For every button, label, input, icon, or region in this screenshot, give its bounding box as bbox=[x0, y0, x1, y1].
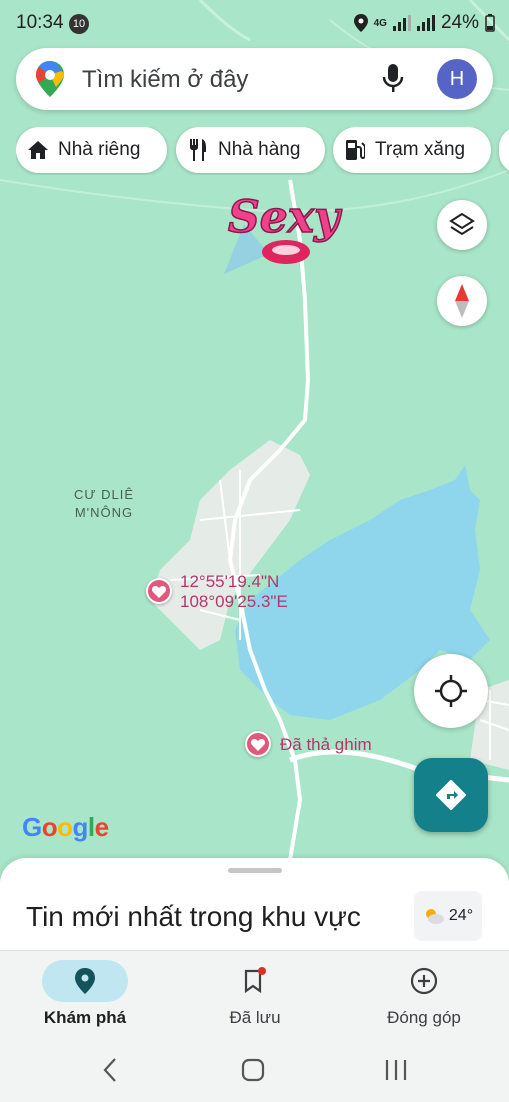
place-label-line-1: CƯ DLIÊ bbox=[74, 487, 135, 502]
longitude-text: 108°09'25.3"E bbox=[180, 592, 288, 611]
dropped-pin-label[interactable]: Đã thả ghim bbox=[280, 735, 372, 755]
chip-home-label: Nhà riêng bbox=[58, 139, 141, 160]
google-maps-logo-icon bbox=[36, 61, 64, 97]
bottom-navigation: Khám phá Đã lưu Đóng góp bbox=[0, 950, 509, 1039]
coordinates-pin[interactable] bbox=[146, 578, 172, 604]
place-label-line-2: M'NÔNG bbox=[74, 505, 134, 520]
sticker-text: Sexy bbox=[228, 192, 343, 243]
bottom-sheet[interactable]: Tin mới nhất trong khu vực 24° bbox=[0, 858, 509, 950]
directions-button[interactable] bbox=[414, 758, 488, 832]
network-type: 4G bbox=[373, 17, 387, 29]
chip-home[interactable]: Nhà riêng bbox=[16, 127, 167, 173]
nav-saved-indicator bbox=[212, 960, 298, 1002]
layers-icon bbox=[449, 212, 475, 236]
nav-saved-label: Đã lưu bbox=[229, 1008, 281, 1027]
compass-icon bbox=[455, 284, 469, 318]
back-icon[interactable] bbox=[102, 1057, 118, 1083]
layers-button[interactable] bbox=[437, 200, 487, 250]
coordinates-pin-label[interactable]: 12°55'19.4"N 108°09'25.3"E bbox=[180, 572, 288, 612]
home-nav-icon[interactable] bbox=[241, 1058, 265, 1082]
heart-icon bbox=[152, 585, 166, 598]
heart-icon bbox=[251, 738, 265, 751]
nav-explore[interactable]: Khám phá bbox=[0, 951, 170, 1039]
latitude-text: 12°55'19.4"N bbox=[180, 572, 280, 591]
nav-explore-indicator bbox=[42, 960, 128, 1002]
status-time: 10:34 bbox=[16, 12, 64, 33]
home-icon bbox=[28, 141, 48, 159]
status-bar: 10:34 10 4G 24% bbox=[0, 0, 509, 46]
category-chips: Nhà riêng Nhà hàng Trạm xăng bbox=[16, 127, 509, 175]
system-navigation-bar bbox=[0, 1038, 509, 1102]
saved-bookmark-icon bbox=[244, 967, 266, 994]
weather-badge[interactable]: 24° bbox=[414, 891, 482, 941]
chip-gas-stations-label: Trạm xăng bbox=[375, 139, 466, 160]
chip-gas-stations[interactable]: Trạm xăng bbox=[333, 127, 491, 173]
partly-cloudy-icon bbox=[425, 909, 444, 924]
sheet-drag-handle[interactable] bbox=[228, 868, 282, 873]
status-icons: 4G 24% bbox=[353, 12, 495, 34]
nav-contribute-label: Đóng góp bbox=[387, 1008, 461, 1027]
directions-icon bbox=[436, 780, 466, 810]
chip-restaurants[interactable]: Nhà hàng bbox=[176, 127, 325, 173]
notification-count-badge: 10 bbox=[69, 14, 89, 34]
search-bar[interactable]: Tìm kiếm ở đây H bbox=[16, 48, 493, 110]
microphone-icon[interactable] bbox=[382, 64, 404, 94]
compass-button[interactable] bbox=[437, 276, 487, 326]
battery-icon bbox=[485, 14, 495, 32]
signal-icon bbox=[392, 15, 411, 31]
sheet-title: Tin mới nhất trong khu vực bbox=[26, 901, 361, 932]
gas-station-icon bbox=[346, 140, 365, 160]
place-label-town: CƯ DLIÊ M'NÔNG bbox=[74, 486, 134, 522]
chip-more[interactable] bbox=[499, 127, 509, 173]
google-logo: Google bbox=[22, 812, 109, 842]
recents-icon[interactable] bbox=[384, 1058, 408, 1082]
nav-contribute-indicator bbox=[381, 960, 467, 1002]
account-avatar[interactable]: H bbox=[437, 59, 477, 99]
nav-explore-label: Khám phá bbox=[43, 1008, 127, 1027]
temperature-text: 24° bbox=[448, 907, 474, 924]
restaurant-icon bbox=[190, 139, 206, 161]
location-status-icon bbox=[353, 14, 368, 32]
chip-restaurants-label: Nhà hàng bbox=[218, 139, 301, 160]
nav-saved[interactable]: Đã lưu bbox=[170, 951, 340, 1039]
contribute-plus-icon bbox=[410, 967, 438, 995]
search-input[interactable]: Tìm kiếm ở đây bbox=[82, 66, 248, 94]
nav-contribute[interactable]: Đóng góp bbox=[339, 951, 509, 1039]
sexy-sticker[interactable]: Sexy bbox=[224, 184, 358, 274]
signal-icon-2 bbox=[416, 15, 435, 31]
my-location-button[interactable] bbox=[414, 654, 488, 728]
crosshair-icon bbox=[435, 675, 467, 707]
dropped-pin[interactable] bbox=[245, 731, 271, 757]
battery-text: 24% bbox=[440, 12, 479, 33]
explore-pin-icon bbox=[75, 968, 95, 994]
